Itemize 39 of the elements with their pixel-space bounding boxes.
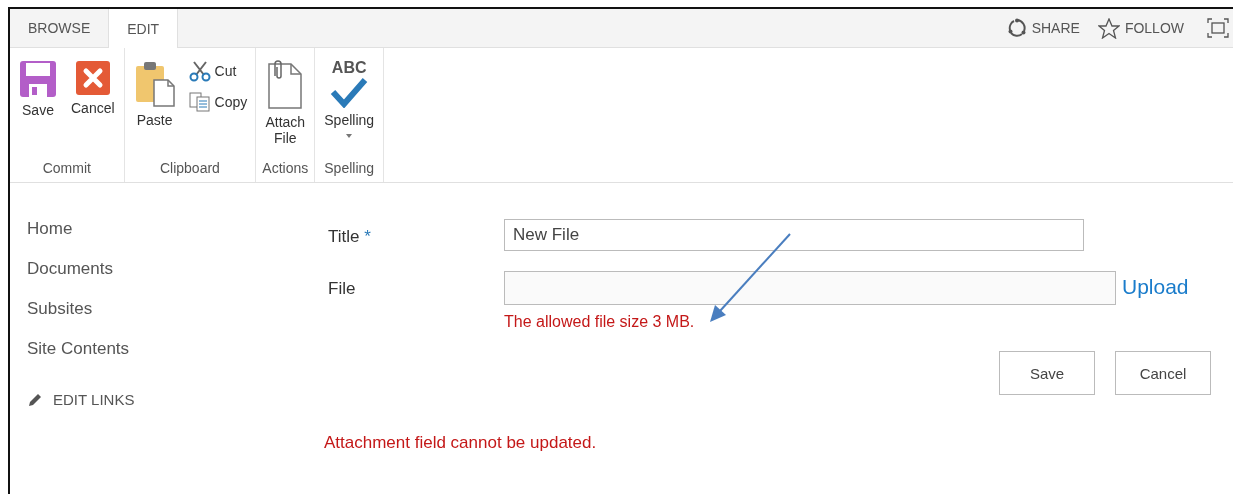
share-button[interactable]: SHARE — [997, 9, 1089, 47]
cancel-button[interactable]: Cancel — [1115, 351, 1211, 395]
ribbon-group-label: Commit — [41, 160, 92, 178]
field-label: File — [328, 278, 357, 299]
ribbon-button[interactable]: Copy — [184, 90, 252, 114]
error-message: Attachment field cannot be updated. — [324, 433, 598, 453]
title-field[interactable]: New File — [504, 219, 1084, 251]
cancel-icon — [74, 60, 111, 96]
ribbon-group-label: Clipboard — [158, 160, 221, 178]
nav-link[interactable]: Home — [27, 219, 310, 259]
nav-link[interactable]: Subsites — [27, 299, 310, 339]
nav-link[interactable]: Site Contents — [27, 339, 310, 379]
star-icon — [1097, 17, 1120, 39]
ribbon-button[interactable]: Cut — [184, 58, 252, 84]
ribbon-tab[interactable]: EDIT — [108, 9, 179, 48]
ribbon-tab[interactable]: BROWSE — [10, 9, 109, 47]
clipboard-icon — [133, 60, 176, 108]
ribbon-group-label: Spelling — [323, 160, 376, 178]
error-message: The allowed file size 3 MB. — [504, 313, 696, 331]
spelling-button[interactable]: ABC Spelling — [319, 56, 380, 160]
edit-links-link[interactable]: EDIT LINKS — [27, 391, 310, 408]
ribbon-button[interactable]: Paste — [128, 56, 181, 160]
save-icon — [19, 60, 57, 98]
focus-mode-icon[interactable] — [1207, 18, 1229, 38]
share-icon — [1006, 18, 1027, 38]
file-field[interactable] — [504, 271, 1116, 305]
dropdown-caret-icon — [346, 134, 353, 138]
ribbon-button[interactable]: Cancel — [66, 56, 120, 160]
pencil-icon — [27, 391, 43, 408]
nav-link[interactable]: Documents — [27, 259, 310, 299]
copy-icon — [188, 92, 211, 112]
upload-link[interactable]: Upload — [1116, 271, 1233, 299]
field-label: Title * — [328, 226, 372, 247]
save-button[interactable]: Save — [999, 351, 1095, 395]
scissors-icon — [188, 60, 211, 82]
ribbon-button[interactable]: Attach File — [260, 56, 311, 160]
ribbon-button[interactable]: Save — [14, 56, 62, 160]
follow-button[interactable]: FOLLOW — [1088, 9, 1193, 47]
ribbon-group-label: Actions — [261, 160, 310, 178]
